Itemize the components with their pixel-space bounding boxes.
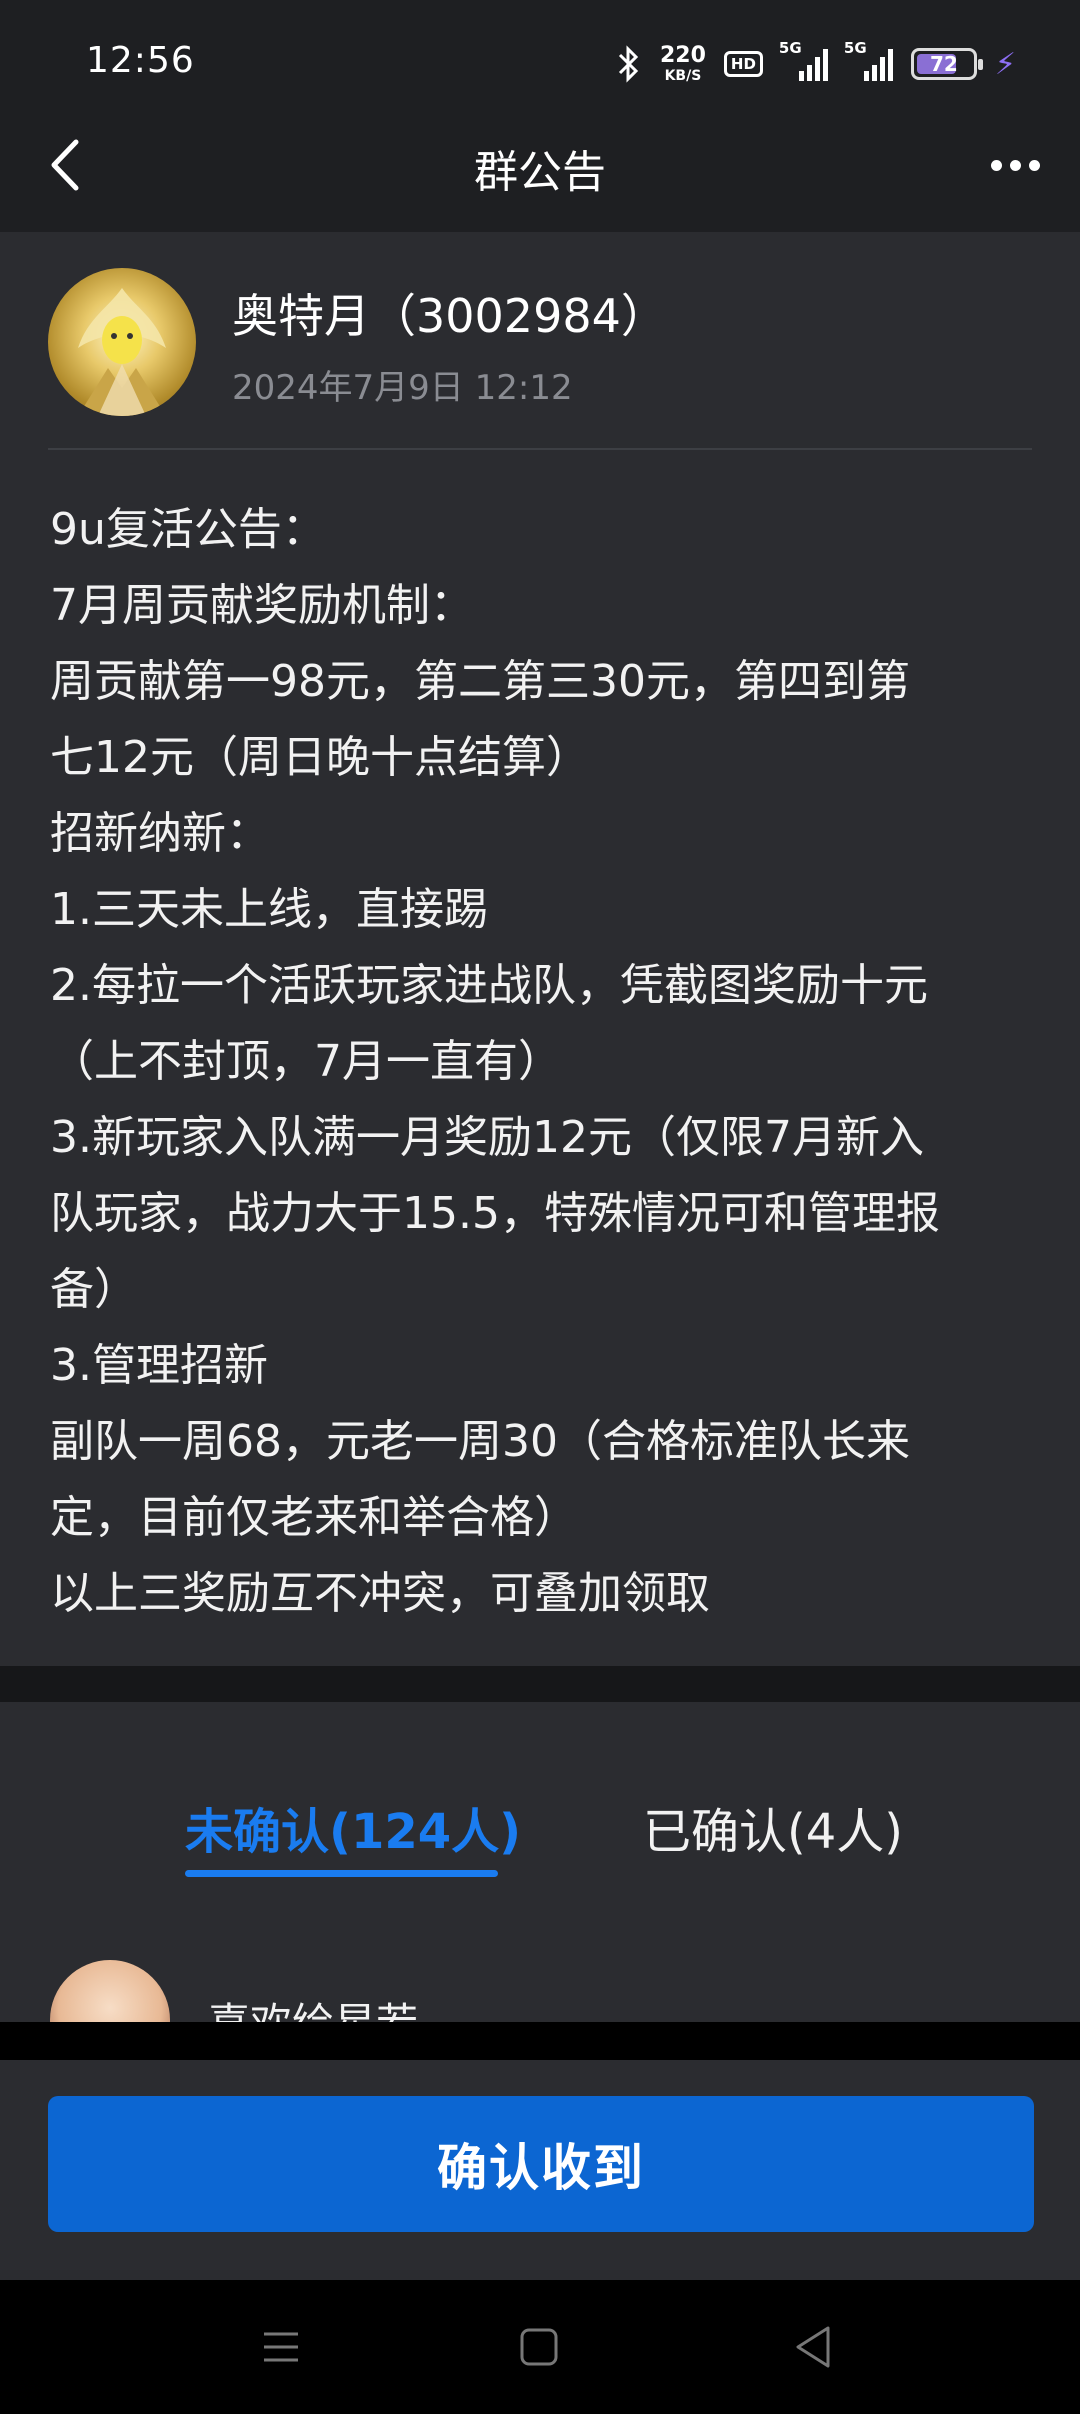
active-tab-indicator xyxy=(185,1870,498,1877)
more-options-button[interactable] xyxy=(980,140,1050,190)
announcement-card: 奥特月（3002984） 2024年7月9日 12:12 9u复活公告： 7月周… xyxy=(0,232,1080,1666)
content-line: （上不封顶，7月一直有） xyxy=(50,1036,562,1087)
signal-1-label: 5G xyxy=(778,39,802,57)
footer: 确认收到 xyxy=(0,2060,1080,2280)
content-line: 2.每拉一个活跃玩家进战队，凭截图奖励十元 xyxy=(50,960,928,1011)
signal-strength-icon-1: 5G xyxy=(779,39,828,81)
announcement-content: 9u复活公告： 7月周贡献奖励机制： 周贡献第一98元，第二第三30元，第四到第… xyxy=(50,492,1040,1632)
content-line: 3.新玩家入队满一月奖励12元（仅限7月新入 xyxy=(50,1112,924,1163)
back-triangle-icon[interactable] xyxy=(790,2322,836,2372)
page-title: 群公告 xyxy=(474,147,606,198)
author-avatar[interactable] xyxy=(48,268,196,416)
content-line: 周贡献第一98元，第二第三30元，第四到第 xyxy=(50,656,910,707)
tab-confirmed[interactable]: 已确认(4人) xyxy=(643,1792,903,1862)
post-timestamp: 2024年7月9日 12:12 xyxy=(232,368,573,408)
author-name: 奥特月（3002984） xyxy=(232,289,667,343)
section-gap xyxy=(0,1666,1080,1702)
content-line: 3.管理招新 xyxy=(50,1340,268,1391)
divider xyxy=(48,448,1032,450)
system-nav-bar xyxy=(0,2280,1080,2414)
tab-unconfirmed[interactable]: 未确认(124人) xyxy=(185,1792,521,1862)
charging-bolt-icon: ⚡ xyxy=(994,46,1016,82)
network-speed-unit: KB/S xyxy=(664,68,702,84)
content-line: 副队一周68，元老一周30（合格标准队长来 xyxy=(50,1416,910,1467)
more-dots-icon xyxy=(990,159,1002,171)
confirmation-tabs-area: 未确认(124人) 已确认(4人) 喜欢绘星若 xyxy=(0,1702,1080,2022)
bluetooth-icon xyxy=(618,45,639,83)
status-icons: 220 KB/S HD 5G 5G 72 ⚡ xyxy=(616,39,1016,88)
menu-lines-icon[interactable] xyxy=(258,2324,304,2370)
member-avatar[interactable] xyxy=(50,1960,170,2022)
content-line: 备） xyxy=(50,1264,138,1315)
network-speed-value: 220 xyxy=(659,43,706,68)
title-bar: 群公告 xyxy=(0,100,1080,232)
avatar-image xyxy=(78,288,166,416)
content-line: 以上三奖励互不冲突，可叠加领取 xyxy=(50,1568,710,1619)
member-name[interactable]: 喜欢绘星若 xyxy=(208,1990,418,2022)
content-line: 队玩家，战力大于15.5，特殊情况可和管理报 xyxy=(50,1188,940,1239)
battery-level: 72 xyxy=(930,52,958,76)
confirm-received-button[interactable]: 确认收到 xyxy=(48,2096,1034,2232)
network-speed: 220 KB/S xyxy=(659,43,706,84)
content-line: 招新纳新： xyxy=(50,808,270,859)
content-line: 7月周贡献奖励机制： xyxy=(50,580,474,631)
hd-voice-icon: HD xyxy=(723,51,763,77)
home-square-icon[interactable] xyxy=(516,2324,562,2370)
app-screen: 12:56 220 KB/S HD 5G 5G 72 ⚡ 群公告 奥特月（300… xyxy=(0,0,1080,2414)
content-line: 七12元（周日晚十点结算） xyxy=(50,732,590,783)
signal-2-label: 5G xyxy=(843,39,867,57)
content-line: 9u复活公告： xyxy=(50,504,326,555)
status-time: 12:56 xyxy=(86,40,195,81)
footer-separator xyxy=(0,2022,1080,2060)
content-line: 1.三天未上线，直接踢 xyxy=(50,884,488,935)
signal-strength-icon-2: 5G xyxy=(844,39,893,81)
battery-icon: 72 xyxy=(910,48,983,80)
content-line: 定，目前仅老来和举合格） xyxy=(50,1492,578,1543)
